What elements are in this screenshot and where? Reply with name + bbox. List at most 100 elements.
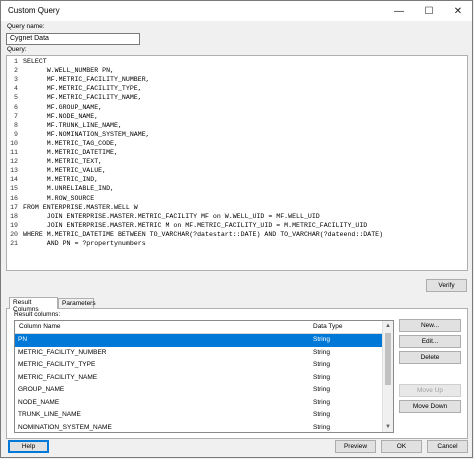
code-line: 7 MF.NODE_NAME, xyxy=(7,112,98,121)
result-columns-grid: Column Name Data Type PN String METRIC_FAC… xyxy=(14,320,394,433)
line-number: 16 xyxy=(10,194,18,202)
line-number: 11 xyxy=(10,149,18,156)
cancel-button[interactable]: Cancel xyxy=(427,440,468,453)
move-up-button[interactable]: Move Up xyxy=(399,384,461,397)
column-name-cell: METRIC_FACILITY_TYPE xyxy=(18,361,96,368)
table-row[interactable]: METRIC_FACILITY_TYPE String xyxy=(15,359,384,372)
code-text: MF.NOMINATION_SYSTEM_NAME, xyxy=(23,130,150,138)
code-text: MF.METRIC_FACILITY_TYPE, xyxy=(23,85,142,93)
close-icon[interactable]: ✕ xyxy=(444,1,472,21)
code-text: M.METRIC_TEXT, xyxy=(23,158,103,166)
column-name-cell: METRIC_FACILITY_NAME xyxy=(18,373,98,381)
code-line: 9 MF.NOMINATION_SYSTEM_NAME, xyxy=(7,130,150,139)
scrollbar-thumb[interactable] xyxy=(385,333,391,385)
line-number: 14 xyxy=(10,176,18,184)
move-down-button[interactable]: Move Down xyxy=(399,400,461,413)
code-line: 1 SELECT xyxy=(7,57,47,66)
code-text: M.METRIC_IND, xyxy=(23,176,99,184)
data-type-cell: String xyxy=(313,411,330,418)
custom-query-dialog: Custom Query — ☐ ✕ Query name: Cygnet Da… xyxy=(0,0,473,458)
code-line: 20 WHERE M.METRIC_DATETIME BETWEEN TO_VAR… xyxy=(7,230,383,239)
column-name-cell: NODE_NAME xyxy=(18,398,60,406)
data-type-cell: String xyxy=(313,386,330,393)
table-row[interactable]: PN String xyxy=(15,334,384,347)
table-row[interactable]: METRIC_FACILITY_NUMBER String xyxy=(15,347,384,360)
line-number: 10 xyxy=(10,139,18,147)
ok-button[interactable]: OK xyxy=(381,440,422,453)
minimize-icon[interactable]: — xyxy=(385,1,413,21)
code-text: FROM ENTERPRISE.MASTER.WELL W xyxy=(23,203,138,211)
data-type-header[interactable]: Data Type xyxy=(313,323,343,330)
code-line: 21 AND PN = ?propertynumbers xyxy=(7,239,146,248)
column-name-cell: GROUP_NAME xyxy=(18,386,65,393)
code-line: 8 MF.TRUNK_LINE_NAME, xyxy=(7,121,122,130)
code-text: M.METRIC_DATETIME, xyxy=(23,149,118,156)
data-type-cell: String xyxy=(313,423,330,431)
code-line: 11 M.METRIC_DATETIME, xyxy=(7,148,118,157)
tab-result-columns[interactable]: Result Columns xyxy=(9,297,58,313)
new-column-button[interactable]: New... xyxy=(399,319,461,332)
line-number: 17 xyxy=(10,203,18,211)
code-text: MF.NODE_NAME, xyxy=(23,112,99,120)
scroll-down-icon[interactable]: ▼ xyxy=(383,422,393,432)
code-line: 13 M.METRIC_VALUE, xyxy=(7,166,106,175)
line-number: 7 xyxy=(14,112,18,120)
line-number: 20 xyxy=(10,230,18,238)
code-text: JOIN ENTERPRISE.MASTER.METRIC M on MF.ME… xyxy=(23,221,368,229)
code-line: 5 MF.METRIC_FACILITY_NAME, xyxy=(7,93,142,102)
code-line: 2 W.WELL_NUMBER PN, xyxy=(7,66,114,75)
code-text: M.METRIC_TAG_CODE, xyxy=(23,139,118,147)
column-name-cell: PN xyxy=(18,336,28,343)
column-name-cell: METRIC_FACILITY_NUMBER xyxy=(18,348,107,356)
query-name-input[interactable]: Cygnet Data xyxy=(6,33,140,45)
table-row[interactable]: NOMINATION_SYSTEM_NAME String xyxy=(15,422,384,433)
line-number: 1 xyxy=(14,58,18,65)
maximize-icon[interactable]: ☐ xyxy=(415,1,443,21)
code-line: 17 FROM ENTERPRISE.MASTER.WELL W xyxy=(7,203,138,212)
column-name-cell: TRUNK_LINE_NAME xyxy=(18,411,81,418)
code-line: 15 M.UNRELIABLE_IND, xyxy=(7,184,114,193)
query-editor[interactable]: 1 SELECT 2 W.WELL_NUMBER PN, 3 MF.METRIC_FA… xyxy=(6,55,468,271)
line-number: 4 xyxy=(14,85,18,93)
line-number: 19 xyxy=(10,221,18,229)
verify-button[interactable]: Verify xyxy=(426,279,467,292)
scroll-up-icon[interactable]: ▲ xyxy=(383,321,393,331)
table-row[interactable]: TRUNK_LINE_NAME String xyxy=(15,409,384,422)
grid-header: Column Name Data Type xyxy=(15,321,384,334)
code-text: M.ROW_SOURCE xyxy=(23,194,95,202)
preview-button[interactable]: Preview xyxy=(335,440,376,453)
window-title: Custom Query xyxy=(8,6,60,15)
data-type-cell: String xyxy=(313,336,330,343)
line-number: 12 xyxy=(10,158,18,166)
delete-column-button[interactable]: Delete xyxy=(399,351,461,364)
table-row[interactable]: NODE_NAME String xyxy=(15,397,384,410)
line-number: 15 xyxy=(10,185,18,193)
code-text: M.METRIC_VALUE, xyxy=(23,167,107,175)
line-number: 5 xyxy=(14,94,18,102)
line-number: 2 xyxy=(14,67,18,75)
code-text: M.UNRELIABLE_IND, xyxy=(23,185,115,193)
column-name-header[interactable]: Column Name xyxy=(19,323,61,330)
table-row[interactable]: METRIC_FACILITY_NAME String xyxy=(15,372,384,385)
line-number: 13 xyxy=(10,167,18,175)
code-line: 14 M.METRIC_IND, xyxy=(7,175,98,184)
grid-scrollbar[interactable]: ▲ ▼ xyxy=(382,321,393,432)
table-row[interactable]: GROUP_NAME String xyxy=(15,384,384,397)
code-text: MF.METRIC_FACILITY_NUMBER, xyxy=(23,76,150,84)
help-button[interactable]: Help xyxy=(8,440,49,453)
code-text: MF.METRIC_FACILITY_NAME, xyxy=(23,94,142,102)
tab-parameters[interactable]: Parameters xyxy=(58,298,96,308)
line-number: 21 xyxy=(10,240,18,247)
query-name-label: Query name: xyxy=(7,23,45,30)
code-line: 10 M.METRIC_TAG_CODE, xyxy=(7,139,118,148)
code-line: 6 MF.GROUP_NAME, xyxy=(7,103,102,112)
code-text: W.WELL_NUMBER PN, xyxy=(23,67,115,75)
code-text: AND PN = ?propertynumbers xyxy=(23,240,146,247)
code-line: 4 MF.METRIC_FACILITY_TYPE, xyxy=(7,84,142,93)
code-line: 19 JOIN ENTERPRISE.MASTER.METRIC M on MF… xyxy=(7,221,367,230)
line-number: 8 xyxy=(14,121,18,129)
title-bar: Custom Query — ☐ ✕ xyxy=(1,1,472,21)
edit-column-button[interactable]: Edit... xyxy=(399,335,461,348)
code-text: JOIN ENTERPRISE.MASTER.METRIC_FACILITY M… xyxy=(23,212,320,220)
data-type-cell: String xyxy=(313,373,330,381)
